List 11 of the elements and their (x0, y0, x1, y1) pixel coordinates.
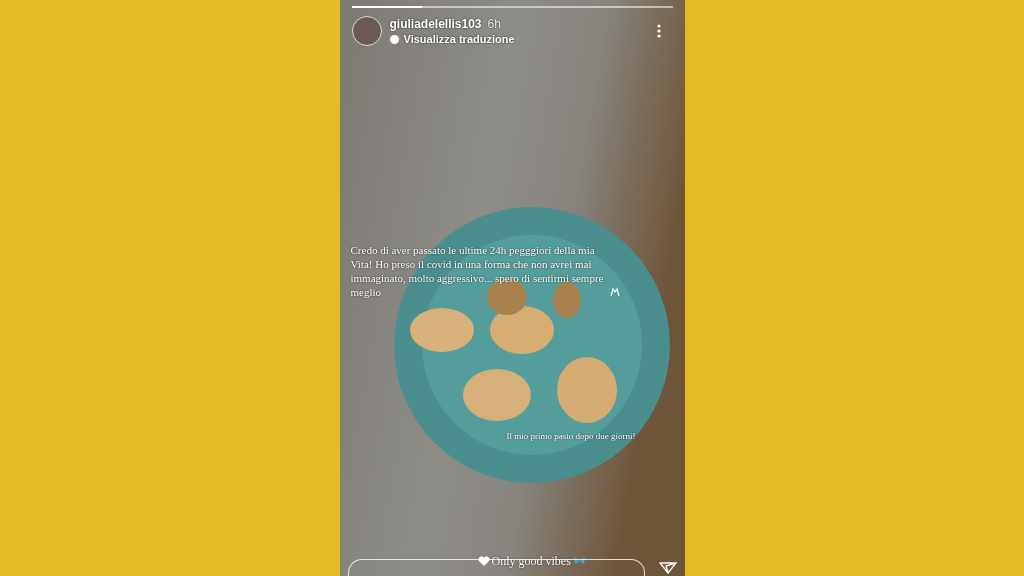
heart-icon (477, 556, 490, 567)
username[interactable]: giuliadelellis103 (389, 17, 482, 31)
translate-link[interactable]: Visualizza traduzione (389, 33, 649, 45)
translate-icon (389, 34, 399, 44)
butterfly-icon (572, 556, 586, 567)
caption-text: Credo di aver passato le ultime 24h pegggiori della mia Vita! Ho preso il covid in una forma che non avrei mai immaginato, molto aggressivo... spero di sentirmi sempre meglio (350, 243, 605, 299)
send-icon[interactable] (658, 562, 677, 574)
hands-icon (608, 287, 621, 297)
more-icon[interactable] (656, 24, 661, 38)
post-time: 6h (487, 17, 501, 31)
caption-text: Il mio primo pasto dopo due giorni! (506, 431, 636, 441)
